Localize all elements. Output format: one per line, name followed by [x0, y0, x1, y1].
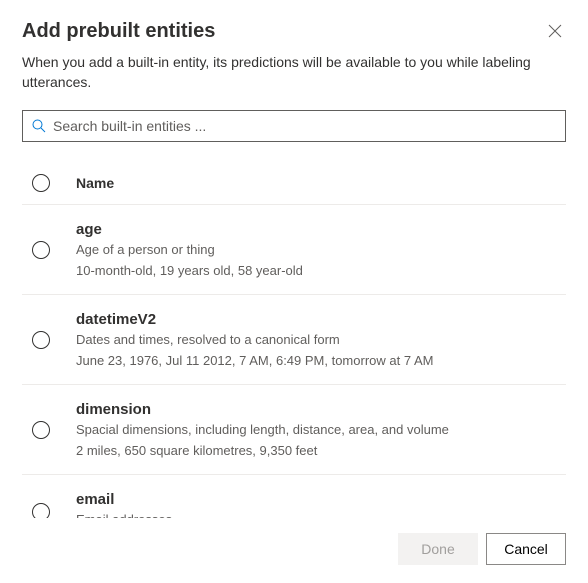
close-button[interactable]: [544, 20, 566, 42]
entity-name: age: [76, 221, 303, 238]
list-header-row: Name: [22, 162, 566, 205]
done-button[interactable]: Done: [398, 533, 478, 565]
entity-body: dimension Spacial dimensions, including …: [76, 401, 449, 458]
entity-radio[interactable]: [32, 331, 50, 349]
close-icon: [548, 24, 562, 38]
entity-description: Spacial dimensions, including length, di…: [76, 422, 449, 437]
entity-row-email[interactable]: email Email addresses: [22, 475, 566, 519]
entity-examples: June 23, 1976, Jul 11 2012, 7 AM, 6:49 P…: [76, 353, 433, 368]
entity-description: Email addresses: [76, 512, 172, 519]
entity-body: datetimeV2 Dates and times, resolved to …: [76, 311, 433, 368]
entity-name: datetimeV2: [76, 311, 433, 328]
entity-description: Dates and times, resolved to a canonical…: [76, 332, 433, 347]
search-box[interactable]: [22, 110, 566, 142]
cancel-button[interactable]: Cancel: [486, 533, 566, 565]
entity-radio[interactable]: [32, 241, 50, 259]
entity-examples: 2 miles, 650 square kilometres, 9,350 fe…: [76, 443, 449, 458]
dialog-title: Add prebuilt entities: [22, 20, 215, 43]
dialog-footer: Done Cancel: [22, 519, 566, 583]
dialog-header: Add prebuilt entities: [22, 20, 566, 43]
entity-examples: 10-month-old, 19 years old, 58 year-old: [76, 263, 303, 278]
entity-row-datetimev2[interactable]: datetimeV2 Dates and times, resolved to …: [22, 295, 566, 385]
dialog-description: When you add a built-in entity, its pred…: [22, 53, 566, 92]
entity-name: dimension: [76, 401, 449, 418]
entity-row-dimension[interactable]: dimension Spacial dimensions, including …: [22, 385, 566, 475]
entity-name: email: [76, 491, 172, 508]
add-prebuilt-entities-dialog: Add prebuilt entities When you add a bui…: [0, 0, 588, 583]
column-header-name: Name: [76, 175, 114, 191]
search-icon: [31, 118, 47, 134]
entity-body: age Age of a person or thing 10-month-ol…: [76, 221, 303, 278]
search-input[interactable]: [53, 111, 557, 141]
entity-list[interactable]: Name age Age of a person or thing 10-mon…: [22, 162, 566, 519]
entity-description: Age of a person or thing: [76, 242, 303, 257]
entity-radio[interactable]: [32, 421, 50, 439]
entity-row-age[interactable]: age Age of a person or thing 10-month-ol…: [22, 205, 566, 295]
select-all-radio[interactable]: [32, 174, 50, 192]
entity-body: email Email addresses: [76, 491, 172, 519]
entity-radio[interactable]: [32, 503, 50, 519]
